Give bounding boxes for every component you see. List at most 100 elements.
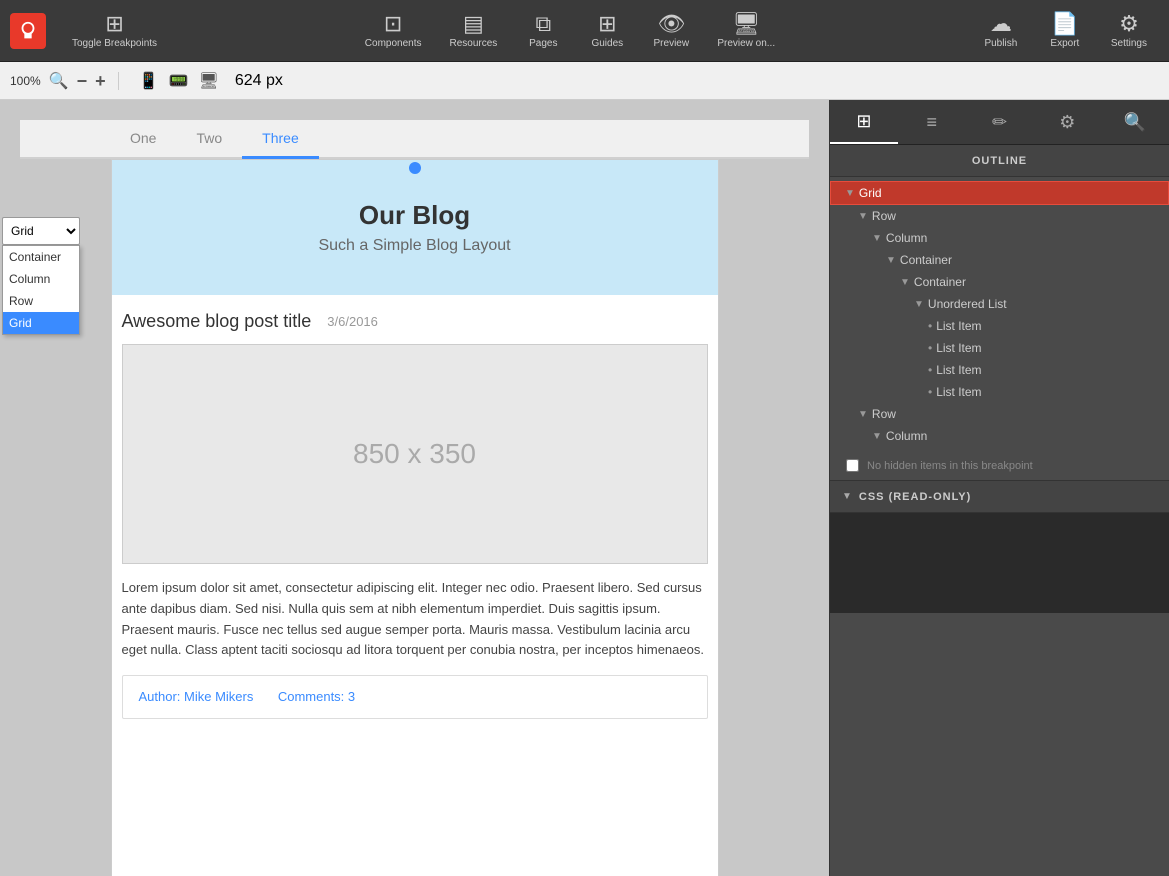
- tree-item[interactable]: •List Item: [830, 337, 1169, 359]
- panel-tab-style[interactable]: ≡: [898, 100, 966, 144]
- element-type-select[interactable]: Grid: [2, 217, 80, 245]
- mobile-device-icon[interactable]: 📱: [139, 71, 159, 91]
- css-header[interactable]: ▼ CSS (READ-ONLY): [830, 481, 1169, 513]
- canvas-px-display: 624 px: [235, 72, 283, 90]
- breakpoint-indicator: [409, 162, 421, 174]
- desktop-device-icon[interactable]: 🖥: [199, 71, 219, 91]
- resources-button[interactable]: ▤ Resources: [438, 13, 510, 49]
- tab-two[interactable]: Two: [176, 120, 242, 159]
- no-hidden-checkbox[interactable]: [846, 459, 859, 472]
- tree-bullet-icon: •: [928, 319, 932, 333]
- page-tab-nav: One Two Three: [20, 120, 809, 159]
- resources-icon: ▤: [463, 13, 484, 35]
- panel-tab-layout[interactable]: ⊞: [830, 100, 898, 144]
- tree-expand-arrow: ▼: [858, 211, 868, 222]
- post-image-placeholder: 850 x 350: [122, 344, 708, 564]
- tablet-device-icon[interactable]: 📟: [169, 71, 189, 91]
- tree-item[interactable]: ▼Row: [830, 403, 1169, 425]
- zoom-decrease-button[interactable]: −: [77, 72, 88, 90]
- tree-item[interactable]: •List Item: [830, 315, 1169, 337]
- css-body: [830, 513, 1169, 613]
- tree-expand-arrow: ▼: [858, 409, 868, 420]
- top-toolbar: ⊞ Toggle Breakpoints ⊡ Components ▤ Reso…: [0, 0, 1169, 62]
- export-icon: 📄: [1051, 13, 1078, 35]
- post-meta: Awesome blog post title 3/6/2016: [122, 311, 708, 332]
- panel-tab-search[interactable]: 🔍: [1101, 100, 1169, 144]
- tree-expand-arrow: ▼: [914, 299, 924, 310]
- tree-expand-arrow: ▼: [886, 255, 896, 266]
- post-title: Awesome blog post title: [122, 311, 312, 332]
- tree-item[interactable]: ▼Container: [830, 249, 1169, 271]
- tree-bullet-icon: •: [928, 341, 932, 355]
- tree-expand-arrow: ▼: [872, 233, 882, 244]
- panel-tabs: ⊞ ≡ ✏ ⚙ 🔍: [830, 100, 1169, 145]
- guides-icon: ⊞: [598, 13, 616, 35]
- css-collapse-arrow: ▼: [842, 491, 853, 502]
- zoom-bar: 100% 🔍 − + 📱 📟 🖥 624 px: [0, 62, 1169, 100]
- tree-item[interactable]: •List Item: [830, 359, 1169, 381]
- css-section: ▼ CSS (READ-ONLY): [830, 480, 1169, 613]
- tree-expand-arrow: ▼: [872, 431, 882, 442]
- tab-one[interactable]: One: [110, 120, 176, 159]
- tree-expand-arrow: ▼: [900, 277, 910, 288]
- tree-expand-arrow: ▼: [845, 188, 855, 199]
- tree-item[interactable]: ▼Unordered List: [830, 293, 1169, 315]
- dropdown-item-container[interactable]: Container: [3, 246, 79, 268]
- outline-tree: ▼Grid▼Row▼Column▼Container▼Container▼Uno…: [830, 177, 1169, 451]
- publish-button[interactable]: ☁ Publish: [971, 13, 1031, 49]
- no-hidden-items: No hidden items in this breakpoint: [830, 451, 1169, 480]
- tree-item[interactable]: ▼Container: [830, 271, 1169, 293]
- export-button[interactable]: 📄 Export: [1035, 13, 1095, 49]
- preview-button[interactable]: 👁 Preview: [641, 13, 701, 49]
- css-title: CSS (READ-ONLY): [859, 491, 971, 503]
- panel-tab-settings[interactable]: ⚙: [1033, 100, 1101, 144]
- dropdown-item-grid[interactable]: Grid: [3, 312, 79, 334]
- post-date: 3/6/2016: [327, 314, 378, 329]
- post-body-text: Lorem ipsum dolor sit amet, consectetur …: [122, 578, 708, 661]
- zoom-increase-button[interactable]: +: [95, 72, 106, 90]
- panel-tab-css-edit[interactable]: ✏: [966, 100, 1034, 144]
- post-footer: Author: Mike Mikers Comments: 3: [122, 675, 708, 719]
- zoom-out-button[interactable]: 🔍: [49, 71, 69, 91]
- pages-button[interactable]: ⧉ Pages: [513, 13, 573, 49]
- components-icon: ⊡: [384, 13, 402, 35]
- pages-icon: ⧉: [535, 13, 551, 35]
- dropdown-item-row[interactable]: Row: [3, 290, 79, 312]
- dropdown-list: Container Column Row Grid: [2, 245, 80, 335]
- preview-on-icon: 🖥: [732, 13, 760, 35]
- tree-item[interactable]: ▼Column: [830, 425, 1169, 447]
- publish-icon: ☁: [990, 13, 1012, 35]
- blog-body: Awesome blog post title 3/6/2016 850 x 3…: [112, 295, 718, 735]
- breakpoints-icon: ⊞: [105, 13, 123, 35]
- element-type-dropdown-container: Grid Container Column Row Grid: [2, 217, 80, 245]
- outline-header: OUTLINE: [830, 145, 1169, 177]
- settings-icon: ⚙: [1119, 13, 1139, 35]
- dropdown-item-column[interactable]: Column: [3, 268, 79, 290]
- components-button[interactable]: ⊡ Components: [353, 13, 434, 49]
- page-canvas: Our Blog Such a Simple Blog Layout Aweso…: [111, 159, 719, 876]
- no-hidden-label: No hidden items in this breakpoint: [867, 460, 1033, 472]
- canvas-area[interactable]: Grid Container Column Row Grid One Two T…: [0, 100, 829, 876]
- blog-title: Our Blog: [132, 200, 698, 231]
- app-logo: [10, 13, 46, 49]
- zoom-percent: 100%: [10, 74, 41, 88]
- right-panel: ⊞ ≡ ✏ ⚙ 🔍 OUTLINE ▼Grid▼Row▼Column▼Conta…: [829, 100, 1169, 876]
- guides-button[interactable]: ⊞ Guides: [577, 13, 637, 49]
- outline-title: OUTLINE: [972, 155, 1027, 167]
- tree-item[interactable]: ▼Grid: [830, 181, 1169, 205]
- preview-icon: 👁: [657, 13, 685, 35]
- settings-button[interactable]: ⚙ Settings: [1099, 13, 1159, 49]
- tab-three[interactable]: Three: [242, 120, 319, 159]
- tree-item[interactable]: ▼Row: [830, 205, 1169, 227]
- post-author-link[interactable]: Author: Mike Mikers: [139, 689, 254, 704]
- tree-bullet-icon: •: [928, 363, 932, 377]
- preview-on-button[interactable]: 🖥 Preview on...: [705, 13, 787, 49]
- toggle-breakpoints-button[interactable]: ⊞ Toggle Breakpoints: [60, 13, 169, 49]
- blog-header: Our Blog Such a Simple Blog Layout: [112, 160, 718, 295]
- main-area: Grid Container Column Row Grid One Two T…: [0, 100, 1169, 876]
- tree-bullet-icon: •: [928, 385, 932, 399]
- tree-item[interactable]: ▼Column: [830, 227, 1169, 249]
- post-comments-link[interactable]: Comments: 3: [278, 689, 355, 704]
- blog-subtitle: Such a Simple Blog Layout: [132, 237, 698, 255]
- tree-item[interactable]: •List Item: [830, 381, 1169, 403]
